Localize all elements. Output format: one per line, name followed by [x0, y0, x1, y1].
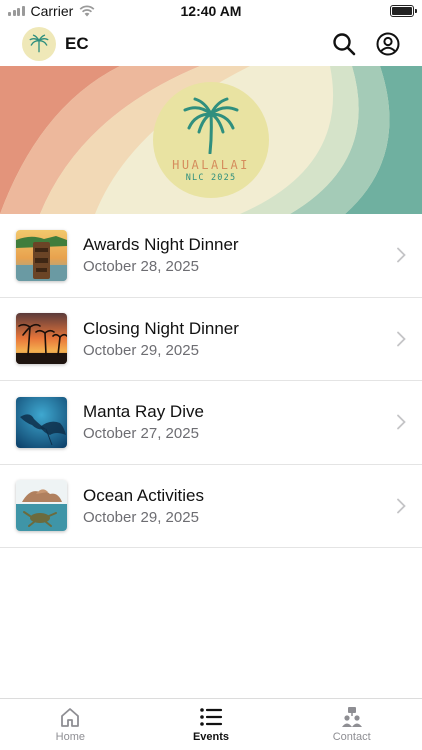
cell-signal-icon — [8, 6, 25, 16]
event-thumbnail — [16, 229, 67, 281]
tab-label: Events — [192, 731, 230, 743]
list-icon — [200, 708, 223, 726]
event-title: Closing Night Dinner — [83, 318, 239, 338]
battery-icon — [390, 5, 417, 17]
event-row-ocean-activities[interactable]: Ocean Activities October 29, 2025 — [0, 465, 422, 548]
manta-ray-image — [16, 396, 67, 448]
tab-label: Contact — [332, 731, 371, 743]
event-date: October 27, 2025 — [83, 425, 199, 443]
event-thumbnail — [16, 396, 67, 448]
home-icon — [61, 708, 80, 727]
contact-icon — [341, 707, 362, 727]
event-title: Ocean Activities — [83, 485, 204, 505]
chevron-right-icon — [396, 414, 406, 430]
palm-tree-icon — [183, 97, 239, 154]
brand-label: EC — [65, 34, 89, 53]
sea-turtle-image — [16, 480, 67, 532]
event-title: Awards Night Dinner — [83, 235, 239, 255]
top-nav: EC — [0, 22, 422, 66]
event-text: Awards Night Dinner October 28, 2025 — [83, 235, 239, 275]
app-logo[interactable] — [22, 27, 56, 61]
tab-events[interactable]: Events — [141, 699, 282, 750]
search-button[interactable] — [332, 32, 356, 56]
tab-bar: Home Events Contact — [0, 698, 422, 750]
hero-banner: HUALALAI NLC 2025 — [0, 66, 422, 214]
sunset-palms-image — [16, 313, 67, 365]
status-left: Carrier — [8, 3, 95, 19]
event-row-closing-night-dinner[interactable]: Closing Night Dinner October 29, 2025 — [0, 298, 422, 381]
chevron-right-icon — [396, 247, 406, 263]
hero-title: HUALALAI — [172, 158, 250, 172]
event-text: Closing Night Dinner October 29, 2025 — [83, 319, 239, 359]
hero-logo: HUALALAI NLC 2025 — [153, 82, 269, 198]
event-title: Manta Ray Dive — [83, 402, 204, 422]
event-date: October 29, 2025 — [83, 341, 199, 359]
event-date: October 29, 2025 — [83, 508, 199, 526]
chevron-right-icon — [396, 331, 406, 347]
profile-button[interactable] — [376, 32, 400, 56]
event-thumbnail — [16, 480, 67, 532]
search-icon — [333, 33, 356, 56]
hero-subtitle: NLC 2025 — [185, 173, 237, 183]
carrier-label: Carrier — [30, 3, 74, 19]
nav-actions — [332, 32, 400, 56]
tiki-statue-image — [16, 229, 67, 281]
status-bar: Carrier 12:40 AM — [0, 0, 422, 22]
tab-label: Home — [55, 731, 85, 743]
event-list: Awards Night Dinner October 28, 2025 Clo… — [0, 214, 422, 548]
palm-tree-icon — [29, 34, 49, 53]
event-date: October 28, 2025 — [83, 258, 199, 276]
tab-home[interactable]: Home — [0, 699, 141, 750]
wifi-icon — [79, 5, 95, 17]
event-text: Manta Ray Dive October 27, 2025 — [83, 402, 204, 442]
event-row-manta-ray-dive[interactable]: Manta Ray Dive October 27, 2025 — [0, 381, 422, 465]
event-row-awards-night-dinner[interactable]: Awards Night Dinner October 28, 2025 — [0, 214, 422, 298]
tab-contact[interactable]: Contact — [281, 699, 422, 750]
user-circle-icon — [376, 32, 400, 56]
event-text: Ocean Activities October 29, 2025 — [83, 486, 204, 526]
chevron-right-icon — [396, 498, 406, 514]
event-thumbnail — [16, 313, 67, 365]
